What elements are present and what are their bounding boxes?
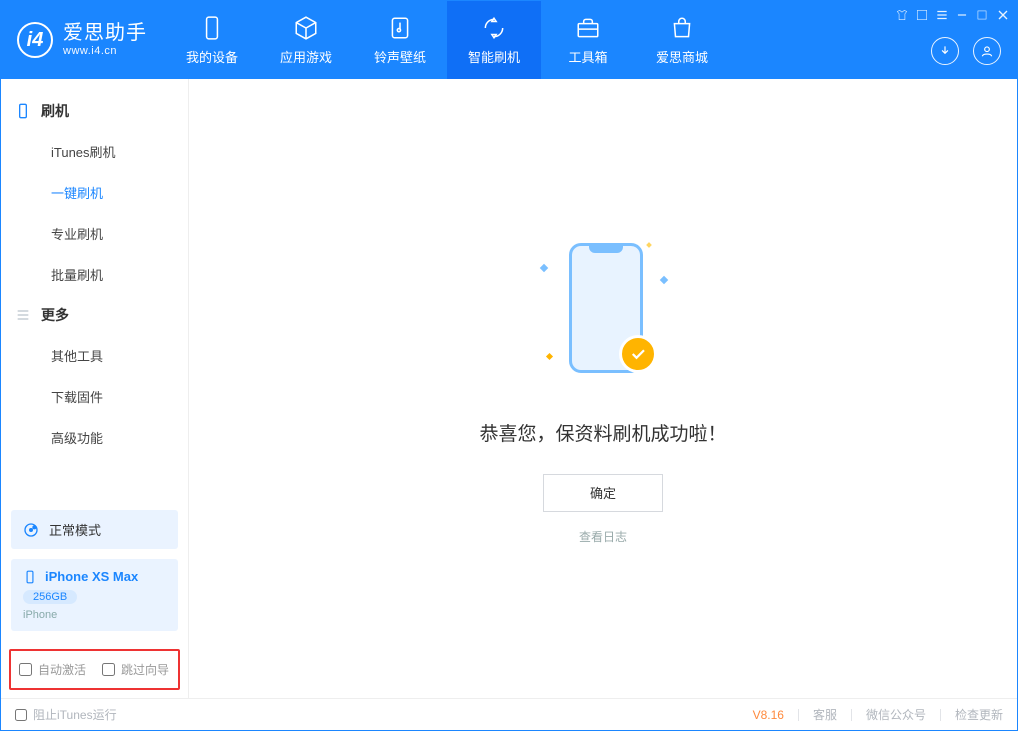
music-icon (387, 15, 413, 41)
nav-toolbox[interactable]: 工具箱 (541, 1, 635, 79)
bag-icon (669, 15, 695, 41)
device-icon (23, 570, 37, 584)
phone-icon (15, 103, 31, 119)
minimize-icon[interactable] (955, 8, 969, 22)
app-name: 爱思助手 (63, 22, 147, 45)
sidebar-item-pro-flash[interactable]: 专业刷机 (1, 213, 188, 254)
checkbox-auto-activate[interactable]: 自动激活 (19, 661, 86, 678)
app-window: i4 爱思助手 www.i4.cn 我的设备 应用游戏 铃声壁纸 智能刷机 (0, 0, 1018, 731)
titlebar-user-area (931, 37, 1001, 65)
sidebar-item-batch-flash[interactable]: 批量刷机 (1, 254, 188, 295)
device-name: iPhone XS Max (45, 569, 138, 584)
device-mode[interactable]: 正常模式 (11, 510, 178, 549)
sidebar: 刷机 iTunes刷机 一键刷机 专业刷机 批量刷机 更多 其他工具 下载固件 … (1, 79, 189, 698)
user-button[interactable] (973, 37, 1001, 65)
sidebar-cat-more: 更多 (1, 295, 188, 335)
logo-icon: i4 (17, 22, 53, 58)
main-panel: 恭喜您，保资料刷机成功啦！ 确定 查看日志 (189, 79, 1017, 698)
window-controls (895, 7, 1011, 23)
statusbar: 阻止iTunes运行 V8.16 客服 微信公众号 检查更新 (1, 698, 1017, 730)
device-storage: 256GB (23, 590, 77, 604)
device-card[interactable]: iPhone XS Max 256GB iPhone (11, 559, 178, 631)
sidebar-item-other-tools[interactable]: 其他工具 (1, 335, 188, 376)
mode-icon (23, 522, 39, 538)
checkbox-block-itunes[interactable]: 阻止iTunes运行 (15, 706, 117, 723)
sidebar-item-advanced[interactable]: 高级功能 (1, 417, 188, 458)
nav-smart-flash[interactable]: 智能刷机 (447, 1, 541, 79)
close-icon[interactable] (995, 7, 1011, 23)
device-icon (199, 15, 225, 41)
cube-icon (293, 15, 319, 41)
settings-icon[interactable] (915, 8, 929, 22)
sidebar-item-oneclick-flash[interactable]: 一键刷机 (1, 172, 188, 213)
nav-apps-games[interactable]: 应用游戏 (259, 1, 353, 79)
view-log-link[interactable]: 查看日志 (479, 528, 726, 545)
version-label: V8.16 (753, 708, 784, 722)
success-title: 恭喜您，保资料刷机成功啦！ (479, 419, 726, 446)
status-link-wechat[interactable]: 微信公众号 (866, 706, 926, 723)
device-type: iPhone (23, 609, 166, 621)
download-button[interactable] (931, 37, 959, 65)
flash-options-highlight: 自动激活 跳过向导 (9, 649, 180, 690)
checkbox-skip-guide[interactable]: 跳过向导 (102, 661, 169, 678)
status-link-support[interactable]: 客服 (813, 706, 837, 723)
success-illustration (503, 233, 703, 393)
app-logo[interactable]: i4 爱思助手 www.i4.cn (1, 1, 165, 79)
ok-button[interactable]: 确定 (543, 474, 663, 512)
sidebar-item-download-firmware[interactable]: 下载固件 (1, 376, 188, 417)
sidebar-cat-flash: 刷机 (1, 91, 188, 131)
list-icon (15, 307, 31, 323)
refresh-icon (481, 15, 507, 41)
nav-my-device[interactable]: 我的设备 (165, 1, 259, 79)
status-link-update[interactable]: 检查更新 (955, 706, 1003, 723)
toolbox-icon (575, 15, 601, 41)
check-icon (619, 335, 657, 373)
app-url: www.i4.cn (63, 45, 147, 58)
nav-ringtone-wallpaper[interactable]: 铃声壁纸 (353, 1, 447, 79)
sidebar-item-itunes-flash[interactable]: iTunes刷机 (1, 131, 188, 172)
maximize-icon[interactable] (975, 8, 989, 22)
body: 刷机 iTunes刷机 一键刷机 专业刷机 批量刷机 更多 其他工具 下载固件 … (1, 79, 1017, 698)
menu-icon[interactable] (935, 8, 949, 22)
top-nav: 我的设备 应用游戏 铃声壁纸 智能刷机 工具箱 爱思商城 (165, 1, 729, 79)
result-panel: 恭喜您，保资料刷机成功啦！ 确定 查看日志 (479, 233, 726, 545)
titlebar: i4 爱思助手 www.i4.cn 我的设备 应用游戏 铃声壁纸 智能刷机 (1, 1, 1017, 79)
nav-store[interactable]: 爱思商城 (635, 1, 729, 79)
shirt-icon[interactable] (895, 8, 909, 22)
